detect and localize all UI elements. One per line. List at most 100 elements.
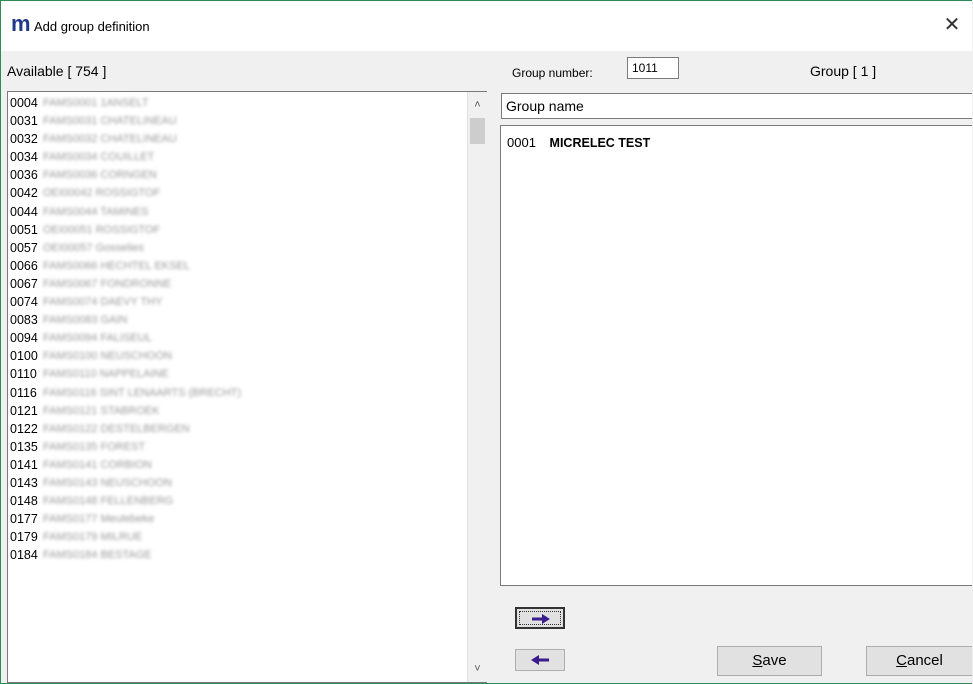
available-list-item[interactable]: 0179 FAMS0179 MILRUE [10, 528, 465, 546]
window-title: Add group definition [34, 19, 150, 34]
available-list-item[interactable]: 0067 FAMS0067 FONDRONNE [10, 275, 465, 293]
item-code: 0074 [10, 295, 38, 310]
item-name: FAMS0094 FALISEUL [43, 332, 152, 345]
available-list-item[interactable]: 0184 FAMS0184 BESTAGE [10, 546, 465, 564]
available-list-item[interactable]: 0110 FAMS0110 NAPPELAINE [10, 365, 465, 383]
available-list-item[interactable]: 0094 FAMS0094 FALISEUL [10, 329, 465, 347]
available-list-item[interactable]: 0116 FAMS0116 SINT LENAARTS (BRECHT) [10, 384, 465, 402]
item-code: 0122 [10, 421, 38, 436]
group-name-field[interactable]: Group name [501, 93, 972, 119]
item-name: FAMS0031 CHATELINEAU [43, 115, 177, 128]
group-number-label: Group number: [512, 66, 593, 80]
item-name: FAMS0034 COUILLET [43, 151, 155, 164]
item-code: 0044 [10, 204, 38, 219]
dialog-window: m Add group definition ✕ Available [ 754… [0, 0, 972, 684]
available-list-item[interactable]: 0044 FAMS0044 TAMINES [10, 203, 465, 221]
available-list-item[interactable]: 0177 FAMS0177 Meulebeke [10, 510, 465, 528]
available-list-item[interactable]: 0122 FAMS0122 DESTELBERGEN [10, 420, 465, 438]
cancel-mnemonic: C [896, 652, 907, 669]
group-member-row[interactable]: 0001 MICRELEC TEST [507, 135, 650, 150]
item-code: 0184 [10, 548, 38, 563]
item-name: FAMS0083 GAIN [43, 314, 128, 327]
available-list-item[interactable]: 0036 FAMS0036 CORNGEN [10, 166, 465, 184]
available-list-item[interactable]: 0083 FAMS0083 GAIN [10, 311, 465, 329]
item-code: 0057 [10, 240, 38, 255]
cancel-button[interactable]: Cancel [866, 646, 972, 676]
save-label: ave [762, 652, 787, 669]
item-code: 0042 [10, 186, 38, 201]
member-code: 0001 [507, 135, 536, 150]
item-code: 0066 [10, 258, 38, 273]
remove-from-group-button[interactable] [515, 649, 565, 671]
save-button[interactable]: Save [717, 646, 822, 676]
item-code: 0004 [10, 96, 38, 110]
available-list-item[interactable]: 0057 OEI00057 Gosselies [10, 239, 465, 257]
member-name: MICRELEC TEST [549, 136, 651, 150]
available-list-item[interactable]: 0066 FAMS0066 HECHTEL EKSEL [10, 257, 465, 275]
item-name: OEI00051 ROSSIGTOF [43, 223, 161, 236]
item-code: 0100 [10, 349, 38, 364]
available-list-item[interactable]: 0121 FAMS0121 STABROEK [10, 402, 465, 420]
item-code: 0116 [10, 385, 37, 400]
add-to-group-button[interactable] [515, 607, 565, 629]
item-code: 0051 [10, 222, 38, 237]
header-row: Available [ 754 ] Group number: Group [ … [1, 51, 972, 91]
group-number-input[interactable] [627, 57, 679, 79]
available-list-item[interactable]: 0100 FAMS0100 NEUSCHOON [10, 347, 465, 365]
available-items: 0004 FAMS0001 1ANSELT 0031 FAMS0031 CHATELI… [10, 94, 465, 564]
item-code: 0135 [10, 439, 38, 454]
available-list-item[interactable]: 0143 FAMS0143 NEUSCHOON [10, 474, 465, 492]
available-list-item[interactable]: 0032 FAMS0032 CHATELINEAU [10, 130, 465, 148]
item-code: 0179 [10, 530, 38, 545]
scroll-thumb[interactable] [470, 118, 485, 144]
item-name: FAMS0143 NEUSCHOON [43, 476, 172, 489]
cancel-label: ancel [906, 652, 943, 669]
item-name: FAMS0179 MILRUE [43, 531, 143, 544]
item-code: 0036 [10, 168, 38, 183]
available-list-item[interactable]: 0034 FAMS0034 COUILLET [10, 148, 465, 166]
scroll-down-icon[interactable]: ˅ [468, 660, 487, 678]
item-code: 0143 [10, 475, 38, 490]
item-name: FAMS0044 TAMINES [43, 205, 149, 218]
available-list[interactable]: 0004 FAMS0001 1ANSELT 0031 FAMS0031 CHATELI… [7, 91, 487, 683]
item-code: 0141 [10, 457, 38, 472]
item-name: FAMS0032 CHATELINEAU [43, 133, 177, 146]
item-name: FAMS0135 FOREST [43, 440, 146, 453]
item-name: FAMS0121 STABROEK [43, 404, 160, 417]
item-code: 0110 [10, 367, 37, 382]
available-list-item[interactable]: 0031 FAMS0031 CHATELINEAU [10, 112, 465, 130]
item-name: FAMS0141 CORBION [43, 458, 152, 471]
group-members-list[interactable]: 0001 MICRELEC TEST [500, 125, 972, 586]
group-count-label: Group [ 1 ] [810, 63, 877, 79]
close-button[interactable]: ✕ [940, 13, 964, 37]
available-list-item[interactable]: 0051 OEI00051 ROSSIGTOF [10, 221, 465, 239]
item-code: 0094 [10, 331, 38, 346]
item-name: FAMS0110 NAPPELAINE [43, 368, 169, 381]
available-count-label: Available [ 754 ] [7, 63, 107, 79]
item-name: FAMS0148 FELLENBERG [43, 495, 174, 508]
scroll-up-icon[interactable]: ˄ [468, 96, 487, 114]
item-code: 0177 [10, 512, 38, 527]
arrow-left-icon [531, 655, 549, 665]
item-code: 0148 [10, 494, 38, 509]
title-bar: m Add group definition ✕ [1, 1, 972, 51]
available-list-item[interactable]: 0042 OEI00042 ROSSIGTOF [10, 184, 465, 202]
item-code: 0031 [10, 114, 38, 129]
save-mnemonic: S [752, 652, 763, 669]
item-name: FAMS0001 1ANSELT [43, 97, 149, 109]
available-list-item[interactable]: 0074 FAMS0074 DAEVY THY [10, 293, 465, 311]
item-name: FAMS0066 HECHTEL EKSEL [43, 259, 190, 272]
arrow-right-icon [532, 614, 550, 624]
available-list-item[interactable]: 0141 FAMS0141 CORBION [10, 456, 465, 474]
item-name: FAMS0036 CORNGEN [43, 169, 157, 182]
item-name: FAMS0074 DAEVY THY [43, 296, 163, 309]
available-list-item[interactable]: 0004 FAMS0001 1ANSELT [10, 94, 465, 112]
item-name: FAMS0100 NEUSCHOON [43, 350, 172, 363]
available-list-scrollbar[interactable]: ˄ ˅ [467, 92, 487, 682]
available-list-item[interactable]: 0148 FAMS0148 FELLENBERG [10, 492, 465, 510]
item-name: FAMS0067 FONDRONNE [43, 277, 172, 290]
available-list-item[interactable]: 0135 FAMS0135 FOREST [10, 438, 465, 456]
item-name: FAMS0122 DESTELBERGEN [43, 422, 190, 435]
item-name: OEI00042 ROSSIGTOF [43, 187, 161, 200]
item-code: 0121 [10, 403, 38, 418]
